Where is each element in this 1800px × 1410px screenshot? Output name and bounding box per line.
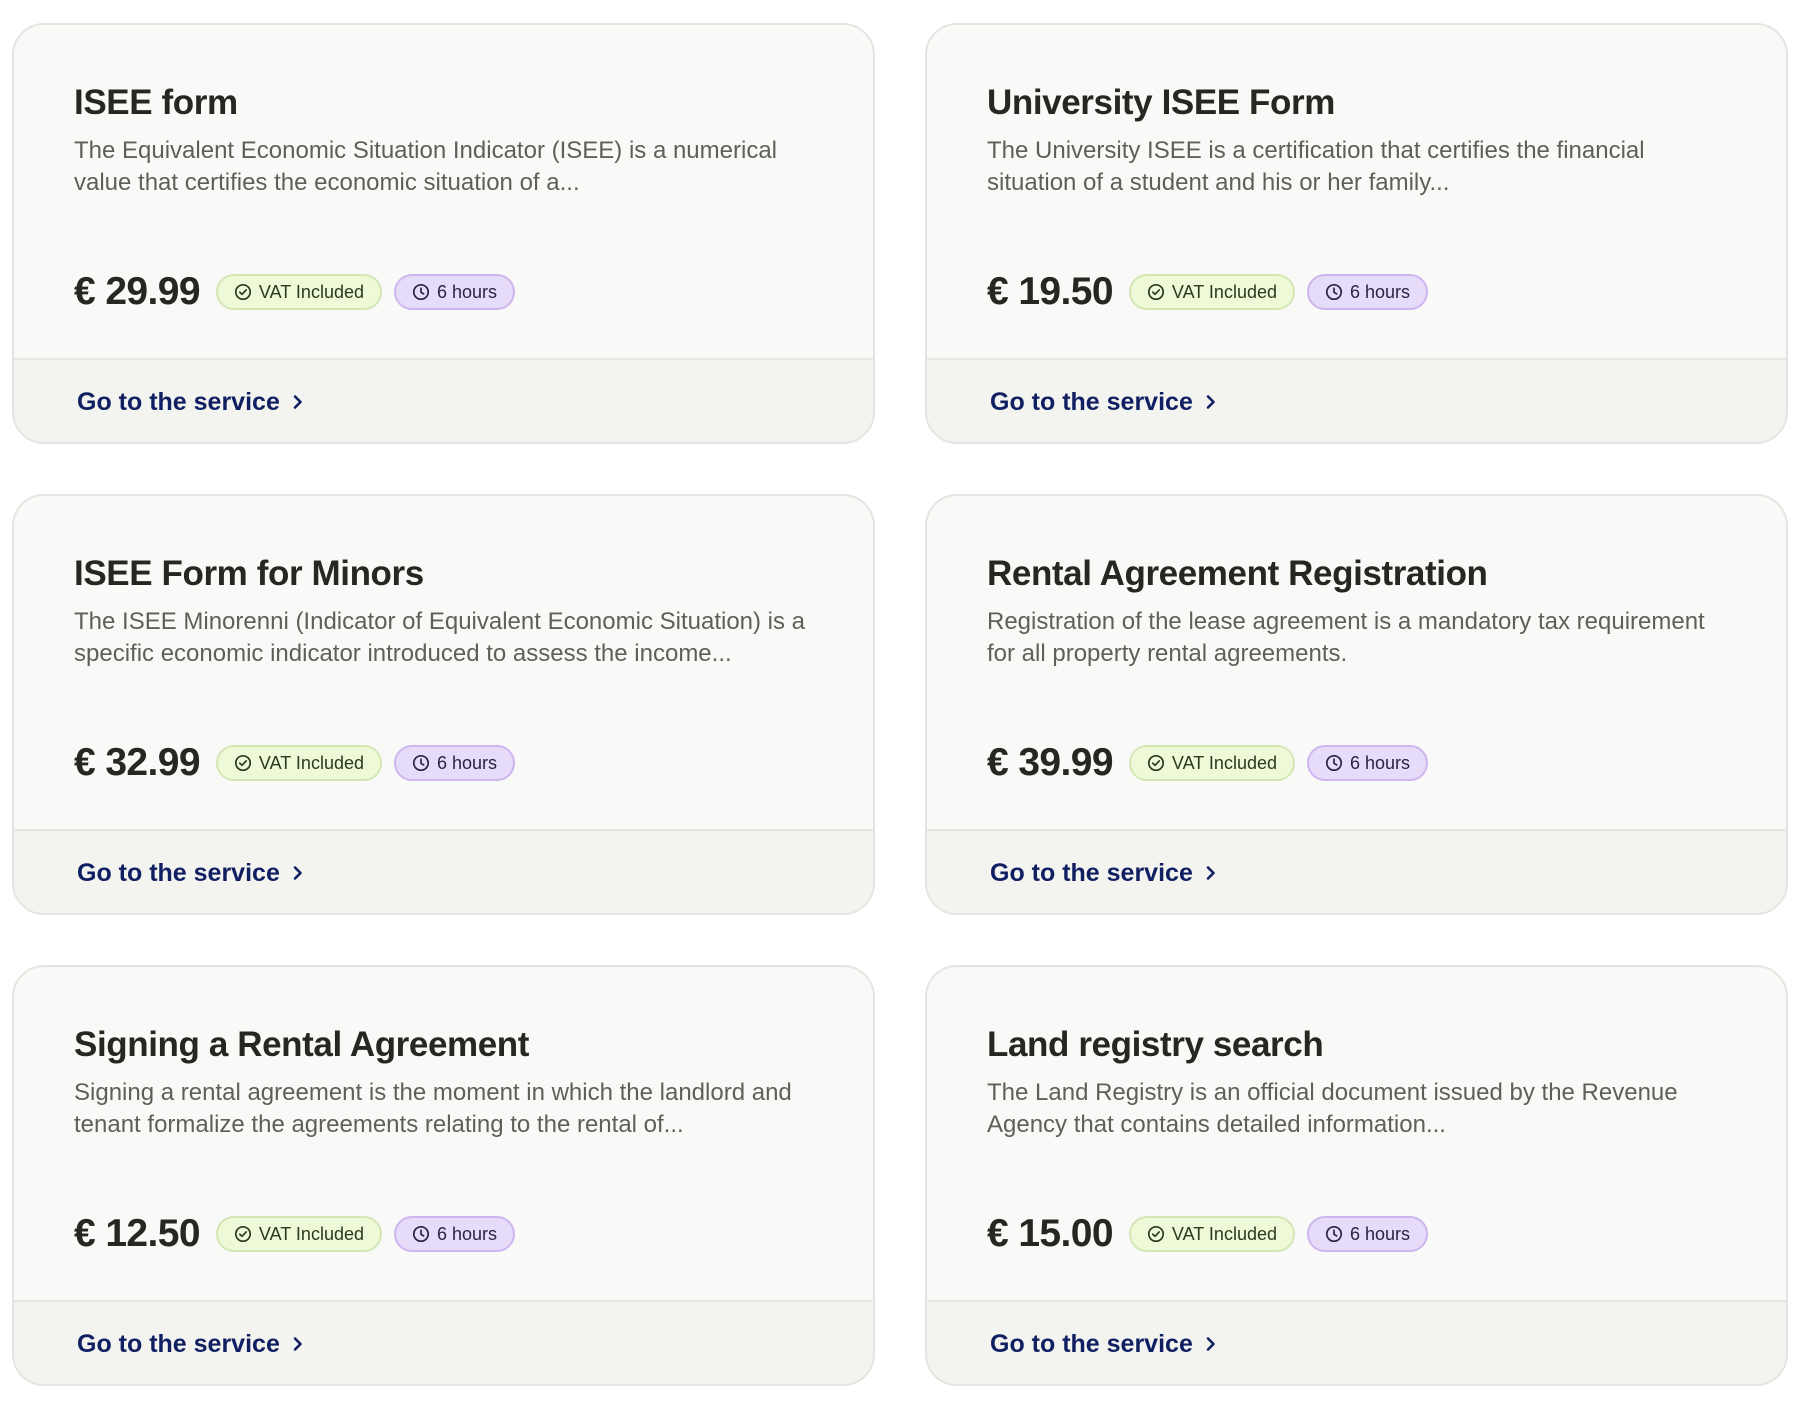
price-row: € 12.50 VAT Included 6 hours	[74, 1212, 527, 1255]
check-circle-icon	[234, 283, 251, 301]
chevron-right-icon	[1206, 395, 1215, 409]
go-to-service-label: Go to the service	[77, 858, 280, 887]
price: € 39.99	[987, 741, 1114, 784]
duration-badge: 6 hours	[394, 745, 516, 781]
price: € 12.50	[74, 1212, 201, 1255]
card-footer: Go to the service	[927, 829, 1786, 913]
clock-icon	[1325, 283, 1343, 301]
chevron-right-icon	[293, 395, 302, 409]
card-footer: Go to the service	[927, 1300, 1786, 1384]
clock-icon	[412, 283, 430, 301]
clock-icon	[412, 754, 430, 772]
duration-badge-label: 6 hours	[437, 281, 498, 302]
go-to-service-link[interactable]: Go to the service	[990, 859, 1219, 888]
go-to-service-link[interactable]: Go to the service	[77, 859, 306, 888]
check-circle-icon	[1147, 1225, 1164, 1243]
card-body: Signing a Rental Agreement Signing a ren…	[14, 967, 873, 1300]
duration-badge: 6 hours	[1307, 274, 1429, 310]
chevron-right-icon	[293, 1337, 302, 1351]
clock-icon	[1325, 1225, 1343, 1243]
card-body: Rental Agreement Registration Registrati…	[927, 496, 1786, 829]
chevron-right-icon	[293, 866, 302, 880]
go-to-service-label: Go to the service	[990, 1329, 1193, 1358]
duration-badge-label: 6 hours	[1350, 752, 1411, 773]
go-to-service-label: Go to the service	[990, 858, 1193, 887]
vat-badge: VAT Included	[1128, 745, 1295, 781]
duration-badge-label: 6 hours	[437, 1223, 498, 1244]
vat-badge: VAT Included	[215, 1216, 382, 1252]
vat-badge: VAT Included	[1128, 274, 1295, 310]
duration-badge: 6 hours	[394, 1216, 516, 1252]
card-title: Land registry search	[987, 1025, 1324, 1064]
card-body: Land registry search The Land Registry i…	[927, 967, 1786, 1300]
clock-icon	[1325, 754, 1343, 772]
vat-badge: VAT Included	[1128, 1216, 1295, 1252]
chevron-right-icon	[1206, 1337, 1215, 1351]
service-cards-grid: ISEE form The Equivalent Economic Situat…	[12, 23, 1788, 1386]
card-description: The ISEE Minorenni (Indicator of Equival…	[74, 608, 806, 667]
go-to-service-link[interactable]: Go to the service	[990, 388, 1219, 417]
price: € 19.50	[987, 270, 1114, 313]
go-to-service-link[interactable]: Go to the service	[77, 1330, 306, 1359]
service-card: Signing a Rental Agreement Signing a ren…	[12, 965, 875, 1386]
price: € 15.00	[987, 1212, 1114, 1255]
card-description: The Land Registry is an official documen…	[987, 1079, 1678, 1138]
card-title: Signing a Rental Agreement	[74, 1025, 530, 1064]
duration-badge-label: 6 hours	[1350, 1223, 1411, 1244]
price-row: € 19.50 VAT Included 6 hours	[987, 270, 1440, 313]
price-row: € 29.99 VAT Included 6 hours	[74, 270, 527, 313]
price-row: € 32.99 VAT Included 6 hours	[74, 741, 527, 784]
duration-badge: 6 hours	[394, 274, 516, 310]
service-card: ISEE Form for Minors The ISEE Minorenni …	[12, 494, 875, 915]
service-card: Land registry search The Land Registry i…	[925, 965, 1788, 1386]
card-description: The Equivalent Economic Situation Indica…	[74, 137, 777, 196]
vat-badge-label: VAT Included	[258, 752, 364, 773]
check-circle-icon	[1147, 283, 1164, 301]
vat-badge-label: VAT Included	[258, 281, 364, 302]
card-title: ISEE Form for Minors	[74, 554, 424, 593]
vat-badge-label: VAT Included	[258, 1223, 364, 1244]
check-circle-icon	[1147, 754, 1164, 772]
service-card: Rental Agreement Registration Registrati…	[925, 494, 1788, 915]
vat-badge-label: VAT Included	[1171, 281, 1277, 302]
vat-badge: VAT Included	[215, 745, 382, 781]
card-body: ISEE form The Equivalent Economic Situat…	[14, 25, 873, 358]
card-title: ISEE form	[74, 83, 238, 122]
go-to-service-label: Go to the service	[990, 387, 1193, 416]
go-to-service-link[interactable]: Go to the service	[990, 1330, 1219, 1359]
card-footer: Go to the service	[14, 358, 873, 442]
price-row: € 39.99 VAT Included 6 hours	[987, 741, 1440, 784]
vat-badge-label: VAT Included	[1171, 1223, 1277, 1244]
card-body: University ISEE Form The University ISEE…	[927, 25, 1786, 358]
price-row: € 15.00 VAT Included 6 hours	[987, 1212, 1440, 1255]
duration-badge: 6 hours	[1307, 1216, 1429, 1252]
card-title: University ISEE Form	[987, 83, 1335, 122]
vat-badge: VAT Included	[215, 274, 382, 310]
service-card: University ISEE Form The University ISEE…	[925, 23, 1788, 444]
chevron-right-icon	[1206, 866, 1215, 880]
card-description: Signing a rental agreement is the moment…	[74, 1079, 792, 1138]
duration-badge-label: 6 hours	[437, 752, 498, 773]
go-to-service-label: Go to the service	[77, 387, 280, 416]
check-circle-icon	[234, 754, 251, 772]
card-footer: Go to the service	[927, 358, 1786, 442]
card-footer: Go to the service	[14, 829, 873, 913]
check-circle-icon	[234, 1225, 251, 1243]
duration-badge: 6 hours	[1307, 745, 1429, 781]
price: € 29.99	[74, 270, 201, 313]
clock-icon	[412, 1225, 430, 1243]
card-body: ISEE Form for Minors The ISEE Minorenni …	[14, 496, 873, 829]
go-to-service-label: Go to the service	[77, 1329, 280, 1358]
go-to-service-link[interactable]: Go to the service	[77, 388, 306, 417]
duration-badge-label: 6 hours	[1350, 281, 1411, 302]
card-title: Rental Agreement Registration	[987, 554, 1488, 593]
vat-badge-label: VAT Included	[1171, 752, 1277, 773]
card-footer: Go to the service	[14, 1300, 873, 1384]
card-description: Registration of the lease agreement is a…	[987, 608, 1705, 667]
service-card: ISEE form The Equivalent Economic Situat…	[12, 23, 875, 444]
card-description: The University ISEE is a certification t…	[987, 137, 1645, 196]
price: € 32.99	[74, 741, 201, 784]
